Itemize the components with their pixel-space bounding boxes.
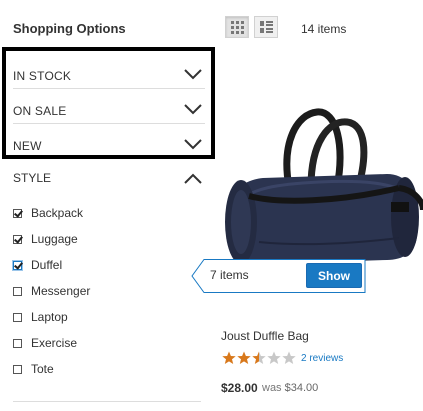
- shopping-options-title: Shopping Options: [13, 21, 126, 36]
- option-label: Luggage: [31, 232, 78, 246]
- option-label: Backpack: [31, 206, 84, 220]
- grid-icon: [231, 21, 244, 34]
- option-label: Duffel: [31, 258, 63, 272]
- was-price: $34.00: [284, 382, 319, 394]
- style-option-backpack[interactable]: Backpack: [13, 205, 83, 221]
- checkbox[interactable]: [13, 338, 22, 348]
- style-option-messenger[interactable]: Messenger: [13, 283, 90, 299]
- star-icon: [222, 351, 236, 364]
- reviews-link[interactable]: 2 reviews: [301, 353, 343, 364]
- chevron-up-icon: [184, 173, 202, 184]
- filter-label: STYLE: [13, 171, 52, 185]
- tooltip-count: 7 items: [210, 268, 249, 282]
- option-label: Tote: [31, 362, 54, 376]
- style-option-duffel[interactable]: Duffel: [13, 257, 62, 273]
- checkbox[interactable]: [13, 208, 22, 218]
- grid-view-button[interactable]: [225, 16, 249, 38]
- checkbox[interactable]: [13, 312, 22, 322]
- rating-stars: [222, 351, 297, 365]
- option-label: Messenger: [31, 284, 91, 298]
- toolbar-item-count: 14 items: [301, 22, 347, 36]
- filter-results-tooltip: 7 items Show: [191, 258, 367, 294]
- star-empty-icon: [282, 351, 296, 364]
- checkbox[interactable]: [13, 234, 22, 244]
- checkbox[interactable]: [13, 260, 22, 270]
- divider: [13, 401, 201, 402]
- product-price: $28.00: [221, 381, 258, 395]
- old-price: was $34.00: [262, 382, 318, 394]
- style-option-laptop[interactable]: Laptop: [13, 309, 68, 325]
- star-empty-icon: [267, 351, 281, 364]
- option-label: Exercise: [31, 336, 78, 350]
- style-option-tote[interactable]: Tote: [13, 361, 54, 377]
- style-option-luggage[interactable]: Luggage: [13, 231, 78, 247]
- star-half-icon: [252, 351, 266, 364]
- style-option-exercise[interactable]: Exercise: [13, 335, 77, 351]
- filter-style[interactable]: STYLE: [13, 170, 205, 190]
- option-label: Laptop: [31, 310, 68, 324]
- product-name-link[interactable]: Joust Duffle Bag: [221, 329, 309, 343]
- star-icon: [237, 351, 251, 364]
- list-view-button[interactable]: [254, 16, 278, 38]
- checkbox[interactable]: [13, 286, 22, 296]
- was-label: was: [262, 382, 282, 394]
- show-results-button[interactable]: Show: [306, 263, 362, 288]
- checkbox[interactable]: [13, 364, 22, 374]
- list-icon: [260, 21, 273, 33]
- highlight-frame: [2, 47, 215, 159]
